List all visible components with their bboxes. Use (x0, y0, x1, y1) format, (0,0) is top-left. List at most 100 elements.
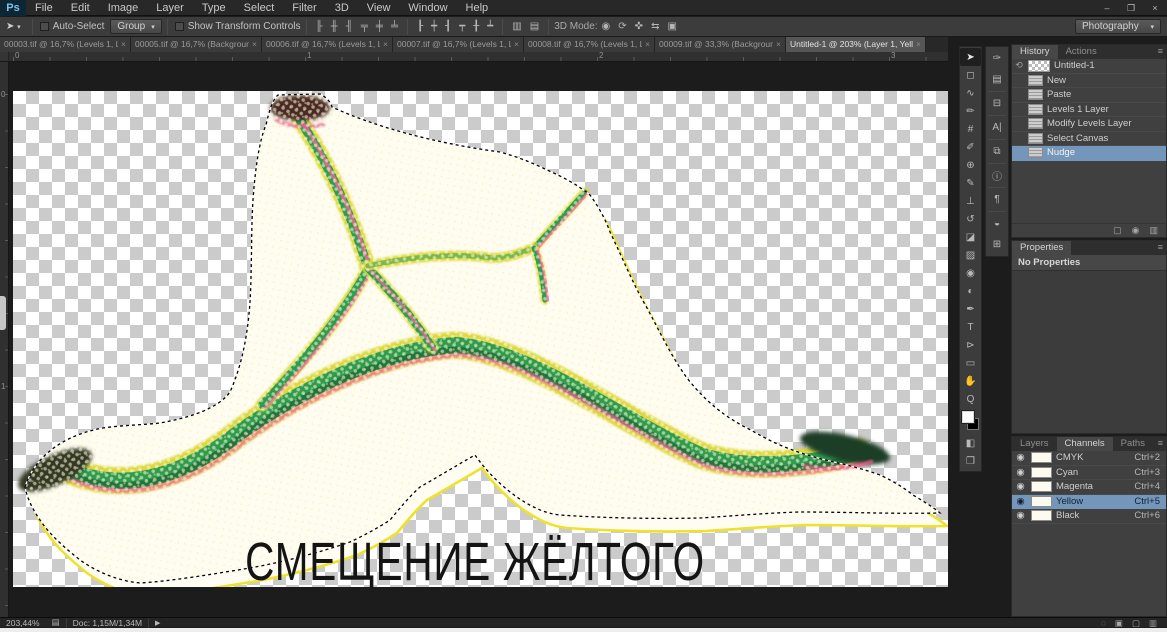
align-right-icon[interactable]: ╢ (342, 21, 357, 32)
brush-panel-icon[interactable]: ✑ (986, 48, 1008, 69)
tool-presets-panel-icon[interactable]: ▤ (986, 69, 1008, 90)
distribute-right-icon[interactable]: ┷ (483, 21, 497, 32)
move-tool[interactable]: ➤ (960, 48, 981, 66)
group-dropdown[interactable]: Group▾ (110, 19, 161, 34)
info-panel-icon[interactable]: ⓘ (986, 165, 1008, 186)
horizontal-ruler[interactable]: 0 1 2 3 (9, 52, 948, 62)
blur-tool[interactable]: ◉ (960, 264, 981, 282)
align-vcenter-icon[interactable]: ╪ (372, 21, 387, 32)
menu-select[interactable]: Select (235, 0, 284, 16)
panel-menu-icon[interactable]: ≡ (1158, 46, 1163, 56)
zoom-level-field[interactable]: 203,44% (0, 618, 46, 628)
lasso-tool[interactable]: ∿ (960, 84, 981, 102)
history-state-row[interactable]: Select Canvas (1012, 132, 1166, 147)
status-options-arrow-icon[interactable]: ▶ (149, 619, 166, 627)
healing-brush-tool[interactable]: ⊕ (960, 156, 981, 174)
tab-layers[interactable]: Layers (1012, 437, 1057, 451)
tab-close-icon[interactable]: × (645, 37, 650, 52)
clone-stamp-tool[interactable]: ⊥ (960, 192, 981, 210)
history-state-row[interactable]: Levels 1 Layer (1012, 103, 1166, 118)
menu-file[interactable]: File (26, 0, 62, 16)
3d-pan-icon[interactable]: ✜ (631, 21, 647, 32)
menu-type[interactable]: Type (193, 0, 235, 16)
type-tool[interactable]: T (960, 318, 981, 336)
workspace-dropdown[interactable]: Photography▾ (1075, 19, 1161, 34)
show-transform-checkbox[interactable] (175, 22, 184, 31)
doc-tab-00006[interactable]: 00006.tif @ 16,7% (Levels 1, Laye...× (262, 37, 393, 52)
3d-orbit-icon[interactable]: ◉ (598, 21, 615, 32)
collapsed-panel-pull-tab[interactable] (0, 296, 6, 330)
vertical-ruler[interactable]: 0 1 (0, 62, 9, 617)
distribute-bottom-icon[interactable]: ┨ (441, 21, 455, 32)
tab-actions[interactable]: Actions (1058, 45, 1105, 59)
dodge-tool[interactable]: ◐ (960, 282, 981, 300)
layer-comps-panel-icon[interactable]: ⊟ (986, 93, 1008, 114)
swatches-panel-icon[interactable]: ◒ (986, 213, 1008, 234)
3d-zoom-icon[interactable]: ▣ (663, 21, 680, 32)
align-top-icon[interactable]: ╤ (357, 21, 372, 32)
channel-row-yellow-selected[interactable]: ◉ YellowCtrl+5 (1012, 495, 1166, 510)
visibility-eye-icon[interactable]: ◉ (1014, 510, 1027, 521)
align-hcenter-icon[interactable]: ╫ (327, 21, 342, 32)
history-state-row[interactable]: Paste (1012, 88, 1166, 103)
distribute-hcenter-icon[interactable]: ╂ (469, 21, 483, 32)
history-state-row-selected[interactable]: Nudge (1012, 146, 1166, 161)
visibility-eye-icon[interactable]: ◉ (1014, 496, 1027, 507)
history-brush-source-icon[interactable]: ⟲ (1014, 60, 1024, 71)
menu-help[interactable]: Help (457, 0, 498, 16)
menu-layer[interactable]: Layer (147, 0, 193, 16)
visibility-eye-icon[interactable]: ◉ (1014, 481, 1027, 492)
new-snapshot-icon[interactable]: ◉ (1132, 225, 1140, 236)
paragraph-panel-icon[interactable]: ¶ (986, 189, 1008, 210)
channel-row-cmyk[interactable]: ◉ CMYKCtrl+2 (1012, 451, 1166, 466)
auto-align-icon[interactable]: ▥ (508, 21, 525, 32)
3d-slide-icon[interactable]: ⇆ (647, 21, 663, 32)
path-selection-tool[interactable]: ⊳ (960, 336, 981, 354)
tab-history[interactable]: History (1012, 45, 1058, 59)
history-state-row[interactable]: New (1012, 74, 1166, 89)
quick-mask-toggle[interactable]: ◧ (960, 434, 981, 452)
channel-row-cyan[interactable]: ◉ CyanCtrl+3 (1012, 466, 1166, 481)
tab-close-icon[interactable]: × (383, 37, 388, 52)
brush-tool[interactable]: ✎ (960, 174, 981, 192)
minimize-button[interactable]: – (1095, 1, 1119, 15)
distribute-vcenter-icon[interactable]: ┿ (427, 21, 441, 32)
crop-tool[interactable]: # (960, 120, 981, 138)
clone-source-panel-icon[interactable]: ⧉ (986, 141, 1008, 162)
character-panel-icon[interactable]: A| (986, 117, 1008, 138)
current-tool-icon[interactable]: ➤ ▾ (0, 21, 27, 32)
canvas-viewport[interactable]: СМЕЩЕНИЕ ЖЁЛТОГО (9, 62, 948, 617)
eyedropper-tool[interactable]: ✐ (960, 138, 981, 156)
visibility-eye-icon[interactable]: ◉ (1014, 452, 1027, 463)
tab-close-icon[interactable]: × (514, 37, 519, 52)
distribute-left-icon[interactable]: ┯ (455, 21, 469, 32)
new-document-from-state-icon[interactable]: ▢ (1113, 225, 1122, 236)
tab-close-icon[interactable]: × (916, 37, 921, 52)
auto-distribute-icon[interactable]: ▤ (526, 21, 543, 32)
quick-selection-tool[interactable]: ✏ (960, 102, 981, 120)
menu-image[interactable]: Image (99, 0, 148, 16)
panel-menu-icon[interactable]: ≡ (1158, 242, 1163, 252)
grid-panel-icon[interactable]: ⊞ (986, 234, 1008, 255)
delete-state-icon[interactable]: ▥ (1149, 225, 1158, 236)
history-snapshot-row[interactable]: ⟲ Untitled-1 (1012, 59, 1166, 74)
close-button[interactable]: × (1143, 1, 1167, 15)
align-bottom-icon[interactable]: ╧ (387, 21, 402, 32)
menu-window[interactable]: Window (399, 0, 456, 16)
document-canvas[interactable]: СМЕЩЕНИЕ ЖЁЛТОГО (13, 91, 948, 587)
channel-row-black[interactable]: ◉ BlackCtrl+6 (1012, 509, 1166, 524)
tab-close-icon[interactable]: × (121, 37, 126, 52)
foreground-color-swatch[interactable] (962, 411, 974, 423)
channel-row-magenta[interactable]: ◉ MagentaCtrl+4 (1012, 480, 1166, 495)
tab-paths[interactable]: Paths (1113, 437, 1153, 451)
doc-tab-00005[interactable]: 00005.tif @ 16,7% (Background c...× (131, 37, 262, 52)
tab-properties[interactable]: Properties (1012, 241, 1071, 255)
menu-view[interactable]: View (358, 0, 400, 16)
tab-close-icon[interactable]: × (776, 37, 781, 52)
doc-tab-00007[interactable]: 00007.tif @ 16,7% (Levels 1, Laye...× (393, 37, 524, 52)
menu-filter[interactable]: Filter (283, 0, 325, 16)
distribute-top-icon[interactable]: ┠ (413, 21, 427, 32)
tab-channels[interactable]: Channels (1057, 437, 1113, 451)
menu-3d[interactable]: 3D (326, 0, 358, 16)
doc-tab-00009[interactable]: 00009.tif @ 33,3% (Background c...× (655, 37, 786, 52)
